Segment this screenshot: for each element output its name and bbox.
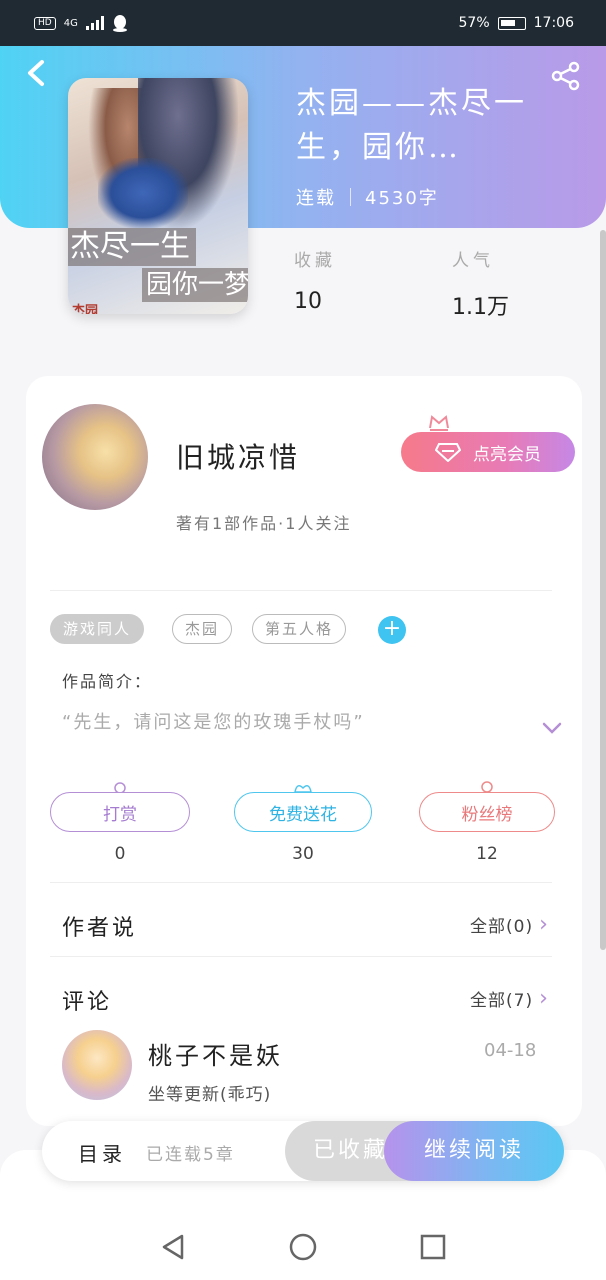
- popularity-stat: 人气 1.1万: [452, 246, 509, 321]
- intro-label: 作品简介：: [62, 672, 153, 691]
- popularity-label: 人气: [452, 251, 494, 271]
- flower-count: 30: [292, 844, 314, 864]
- chevron-down-icon[interactable]: [540, 720, 564, 736]
- chevron-right-icon: ›: [539, 911, 549, 937]
- book-title: 杰园——杰尽一生，园你…: [296, 86, 527, 165]
- divider: [50, 882, 552, 883]
- comment-date: 04-18: [484, 1040, 537, 1061]
- intro-text: “先生，请问这是您的玫瑰手杖吗”: [62, 712, 365, 733]
- catalog-status: 已连载5章: [146, 1145, 235, 1165]
- popularity-value: 1.1万: [452, 295, 509, 320]
- back-icon[interactable]: [24, 58, 50, 88]
- flower-label: 免费送花: [269, 804, 337, 825]
- fans-count: 12: [476, 844, 498, 864]
- vip-button[interactable]: 点亮会员: [401, 432, 575, 472]
- continue-reading-button[interactable]: 继续阅读: [384, 1121, 564, 1181]
- author-stats: 著有1部作品·1人关注: [176, 514, 352, 533]
- free-flower-button[interactable]: 免费送花: [234, 792, 372, 832]
- meta-divider: [350, 188, 351, 206]
- word-count: 4530字: [365, 188, 439, 209]
- cover-footer: 杰园: [72, 304, 99, 314]
- clock: 17:06: [533, 15, 574, 31]
- status-bar: HD 4G 57% 17:06: [0, 0, 606, 46]
- reward-count: 0: [114, 844, 126, 864]
- author-avatar[interactable]: [42, 404, 148, 510]
- catalog-button[interactable]: 目录: [78, 1138, 126, 1167]
- diamond-icon: [435, 443, 461, 462]
- favorites-stat: 收藏 10: [294, 246, 336, 314]
- add-tag-button[interactable]: +: [378, 616, 406, 644]
- reward-label: 打赏: [103, 804, 137, 825]
- signal-icon: [85, 16, 104, 30]
- nav-back-icon[interactable]: [158, 1232, 188, 1262]
- vip-label: 点亮会员: [473, 444, 541, 465]
- chevron-right-icon: ›: [539, 985, 549, 1011]
- battery-icon: [497, 16, 526, 30]
- tag-identity-v[interactable]: 第五人格: [252, 614, 347, 644]
- comments-all-label: 全部(7): [470, 991, 534, 1011]
- cover-title-line2: 园你一梦: [142, 268, 248, 302]
- author-says-title: 作者说: [62, 916, 138, 941]
- divider: [50, 956, 552, 957]
- reward-button[interactable]: 打赏: [50, 792, 190, 832]
- fans-label: 粉丝榜: [461, 804, 513, 825]
- status-right: 57% 17:06: [459, 15, 574, 31]
- fans-ranking-button[interactable]: 粉丝榜: [419, 792, 555, 832]
- book-status: 连载: [296, 188, 336, 209]
- comment-text: 坐等更新(乖巧): [148, 1085, 272, 1105]
- crown-icon: [429, 415, 449, 431]
- battery-percent: 57%: [458, 15, 490, 31]
- system-nav-bar: [0, 1214, 606, 1280]
- favorites-value: 10: [294, 289, 322, 314]
- cover-figure: [98, 158, 188, 228]
- divider: [50, 590, 552, 591]
- tag-jieyuan[interactable]: 杰园: [172, 614, 233, 644]
- author-name[interactable]: 旧城凉惜: [176, 436, 300, 476]
- book-cover[interactable]: 杰尽一生 园你一梦 杰园: [68, 78, 248, 314]
- tag-game-fanfic[interactable]: 游戏同人: [50, 614, 145, 644]
- avatar[interactable]: [62, 1030, 132, 1100]
- hd-badge: HD: [34, 16, 56, 30]
- nav-home-icon[interactable]: [288, 1232, 318, 1262]
- status-left: HD 4G: [34, 14, 128, 32]
- qq-icon: [112, 15, 127, 32]
- scrollbar[interactable]: [600, 230, 606, 950]
- book-meta: 连载 4530字: [296, 184, 439, 210]
- share-icon[interactable]: [550, 60, 582, 92]
- comment-username[interactable]: 桃子不是妖: [148, 1036, 283, 1071]
- comments-all-link[interactable]: 全部(7) ›: [470, 986, 549, 1011]
- author-says-all-link[interactable]: 全部(0) ›: [470, 912, 549, 937]
- author-says-all-label: 全部(0): [470, 917, 534, 937]
- comments-title: 评论: [62, 990, 113, 1015]
- favorites-label: 收藏: [294, 251, 336, 271]
- cover-title-line1: 杰尽一生: [68, 228, 196, 266]
- nav-recents-icon[interactable]: [418, 1232, 448, 1262]
- network-label: 4G: [63, 17, 78, 29]
